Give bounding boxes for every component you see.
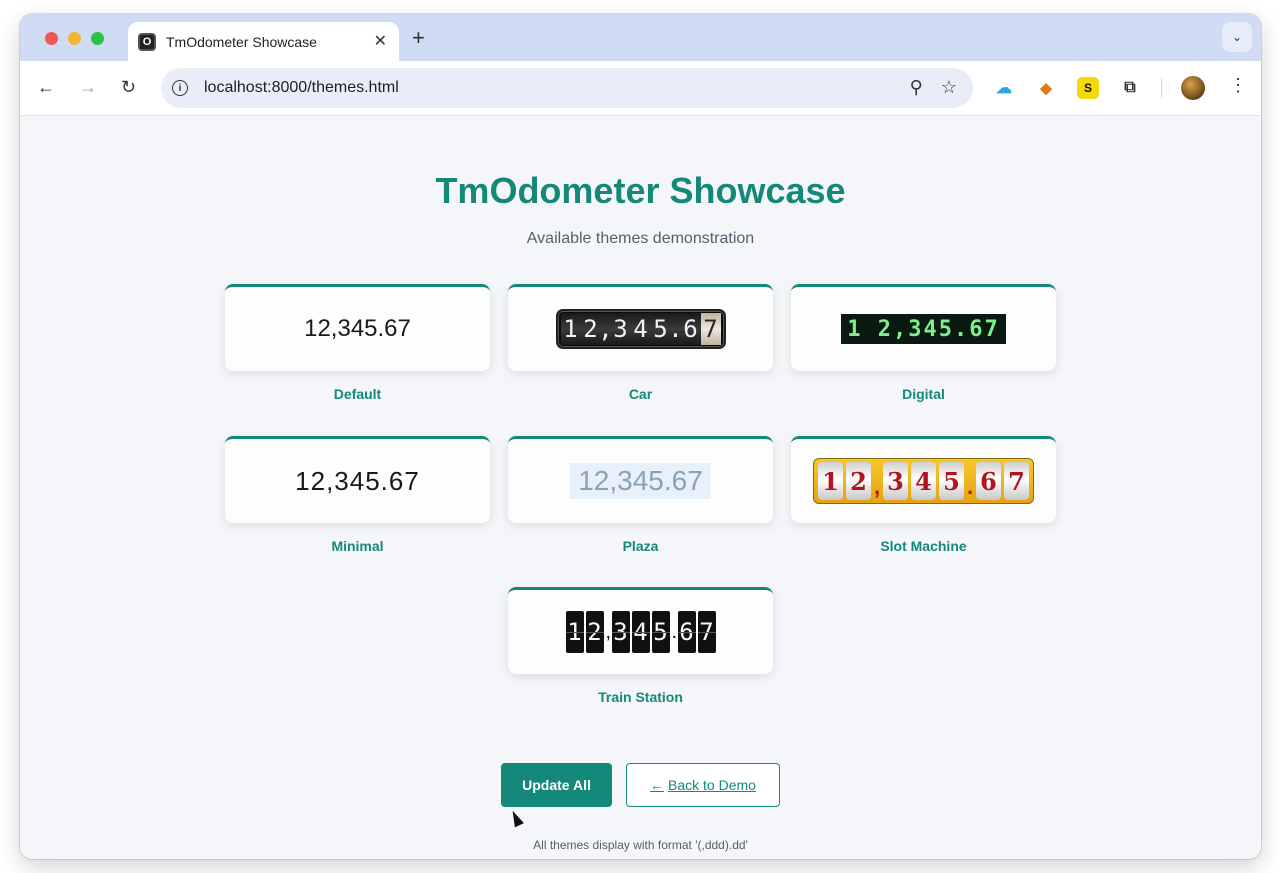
bookmark-star-icon[interactable]: ☆ bbox=[941, 77, 957, 98]
odometer-car: 1 2 , 3 4 5 . 6 7 bbox=[555, 309, 726, 349]
tab-strip: O TmOdometer Showcase ✕ + ⌄ bbox=[20, 14, 1261, 61]
digit: 1 bbox=[818, 462, 843, 500]
extensions-puzzle-icon[interactable]: ⧉ bbox=[1119, 77, 1141, 99]
theme-card-digital: 1 2,345.67 bbox=[791, 284, 1056, 371]
minimize-window-button[interactable] bbox=[68, 32, 81, 45]
digit: 5 bbox=[651, 611, 670, 653]
digit: 2 bbox=[585, 611, 604, 653]
theme-label-plaza: Plaza bbox=[622, 538, 659, 554]
theme-label-slot-machine: Slot Machine bbox=[880, 538, 967, 554]
odometer-train-station: 1 2 , 3 4 5 . 6 7 bbox=[565, 611, 716, 653]
digit: 7 bbox=[700, 313, 721, 345]
zoom-icon[interactable]: ⚲ bbox=[910, 77, 923, 98]
digit: 7 bbox=[1004, 462, 1029, 500]
digit: 3 bbox=[611, 611, 630, 653]
digit: 1 bbox=[560, 313, 581, 345]
digit: 3 bbox=[883, 462, 908, 500]
toolbar-divider bbox=[1161, 79, 1162, 97]
update-all-button[interactable]: Update All bbox=[501, 763, 612, 807]
separator: , bbox=[873, 474, 881, 499]
digit: 6 bbox=[976, 462, 1001, 500]
browser-tab[interactable]: O TmOdometer Showcase ✕ bbox=[128, 22, 399, 61]
theme-label-car: Car bbox=[628, 386, 653, 402]
format-footnote: All themes display with format '(,ddd).d… bbox=[533, 838, 748, 852]
reload-icon[interactable]: ↻ bbox=[121, 77, 136, 98]
page-subtitle: Available themes demonstration bbox=[526, 230, 755, 247]
site-info-icon[interactable]: i bbox=[172, 80, 188, 96]
theme-card-train-station: 1 2 , 3 4 5 . 6 7 bbox=[508, 587, 773, 674]
browser-toolbar: ← → ↻ i localhost:8000/themes.html ⚲ ☆ ☁… bbox=[20, 61, 1261, 116]
back-arrow-icon[interactable]: ← bbox=[37, 77, 55, 98]
cloud-extension-icon[interactable]: ☁ bbox=[993, 77, 1015, 99]
theme-card-car: 1 2 , 3 4 5 . 6 7 bbox=[508, 284, 773, 371]
separator: , bbox=[605, 620, 612, 643]
menu-kebab-icon[interactable]: ⋮ bbox=[1229, 75, 1247, 96]
separator: , bbox=[598, 313, 613, 345]
odometer-default: 12,345.67 bbox=[304, 315, 411, 342]
digit: 2 bbox=[846, 462, 871, 500]
s-extension-icon[interactable]: S bbox=[1077, 77, 1099, 99]
tab-title: TmOdometer Showcase bbox=[166, 33, 317, 50]
separator: . bbox=[671, 620, 678, 643]
maximize-window-button[interactable] bbox=[91, 32, 104, 45]
mouse-cursor-icon bbox=[508, 808, 524, 828]
odometer-plaza: 12,345.67 bbox=[570, 463, 711, 499]
close-tab-icon[interactable]: ✕ bbox=[374, 31, 387, 51]
separator: . bbox=[668, 313, 683, 345]
digit: 3 bbox=[610, 313, 631, 345]
digit: 1 bbox=[565, 611, 584, 653]
separator: . bbox=[966, 474, 974, 499]
profile-avatar[interactable] bbox=[1181, 76, 1205, 100]
back-to-demo-label: Back to Demo bbox=[668, 777, 756, 793]
forward-arrow-icon[interactable]: → bbox=[79, 77, 97, 98]
close-window-button[interactable] bbox=[45, 32, 58, 45]
url-text[interactable]: localhost:8000/themes.html bbox=[204, 79, 399, 97]
theme-card-plaza: 12,345.67 bbox=[508, 436, 773, 523]
theme-label-default: Default bbox=[333, 386, 382, 402]
theme-card-default: 12,345.67 bbox=[225, 284, 490, 371]
new-tab-icon[interactable]: + bbox=[412, 25, 425, 51]
digit: 6 bbox=[677, 611, 696, 653]
theme-card-minimal: 12,345.67 bbox=[225, 436, 490, 523]
odometer-digital: 1 2,345.67 bbox=[841, 314, 1006, 344]
page-title: TmOdometer Showcase bbox=[435, 170, 846, 211]
digit: 4 bbox=[911, 462, 936, 500]
digit: 7 bbox=[697, 611, 716, 653]
fox-extension-icon[interactable]: ◆ bbox=[1035, 77, 1057, 99]
theme-card-slot-machine: 1 2 , 3 4 5 . 6 7 bbox=[791, 436, 1056, 523]
browser-window: O TmOdometer Showcase ✕ + ⌄ ← → ↻ i loca… bbox=[20, 14, 1261, 859]
page-content: TmOdometer Showcase Available themes dem… bbox=[20, 116, 1261, 859]
theme-label-minimal: Minimal bbox=[331, 538, 384, 554]
odometer-minimal: 12,345.67 bbox=[295, 465, 420, 496]
tab-search-icon[interactable]: ⌄ bbox=[1222, 22, 1252, 52]
digit: 4 bbox=[631, 611, 650, 653]
address-bar[interactable]: i localhost:8000/themes.html ⚲ ☆ bbox=[161, 68, 973, 108]
odometer-slot-machine: 1 2 , 3 4 5 . 6 7 bbox=[813, 458, 1034, 504]
theme-label-digital: Digital bbox=[902, 386, 945, 402]
back-to-demo-link[interactable]: ← Back to Demo bbox=[626, 763, 780, 807]
digit: 5 bbox=[939, 462, 964, 500]
theme-label-train-station: Train Station bbox=[598, 689, 683, 705]
digit: 4 bbox=[630, 313, 651, 345]
favicon-icon: O bbox=[138, 32, 156, 51]
arrow-left-icon: ← bbox=[650, 777, 665, 793]
digit: 6 bbox=[680, 313, 701, 345]
